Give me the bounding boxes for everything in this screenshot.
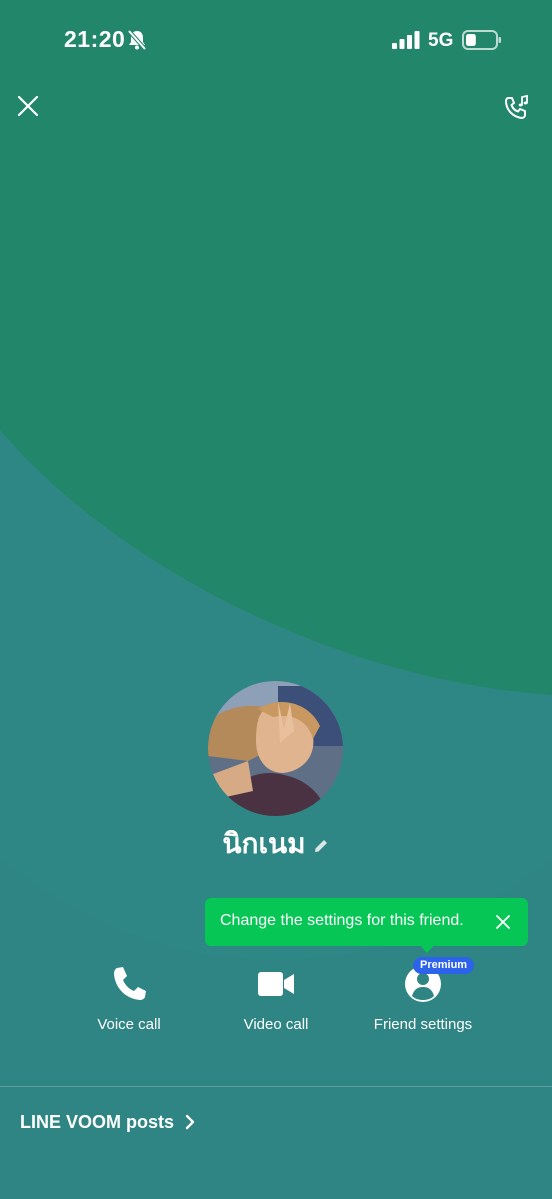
pencil-icon[interactable] [312, 837, 330, 855]
profile-name-row: นิกเนม [0, 822, 552, 866]
friend-settings-tooltip: Change the settings for this friend. [205, 898, 528, 953]
profile-name: นิกเนม [222, 827, 306, 860]
friend-settings-label: Friend settings [373, 1016, 473, 1033]
voice-call-button[interactable]: Voice call [54, 962, 204, 1042]
line-voom-posts-label: LINE VOOM posts [20, 1111, 175, 1132]
signal-icon [392, 31, 420, 49]
video-call-label: Video call [243, 1016, 309, 1033]
voice-call-label: Voice call [97, 1016, 161, 1033]
tooltip-arrow [419, 944, 435, 953]
chevron-right-icon [185, 1114, 195, 1130]
premium-badge: Premium [413, 957, 475, 974]
friend-settings-button[interactable]: Friend settings [348, 962, 498, 1042]
network-type: 5G [428, 30, 454, 51]
close-icon[interactable] [14, 92, 42, 120]
line-voom-posts-link[interactable]: LINE VOOM posts [20, 1109, 196, 1135]
video-call-button[interactable]: Video call [201, 962, 351, 1042]
status-bar: 21:20 5G [0, 0, 552, 84]
battery-icon [462, 30, 501, 50]
bell-muted-icon [127, 29, 147, 51]
status-time: 21:20 [64, 26, 126, 52]
video-camera-icon [258, 972, 294, 996]
tooltip-text: Change the settings for this friend. [220, 912, 464, 929]
divider [0, 1086, 552, 1087]
close-icon[interactable] [493, 912, 513, 932]
phone-icon [114, 967, 146, 1000]
profile-avatar[interactable] [208, 681, 343, 816]
ringtone-call-icon[interactable] [502, 94, 530, 122]
